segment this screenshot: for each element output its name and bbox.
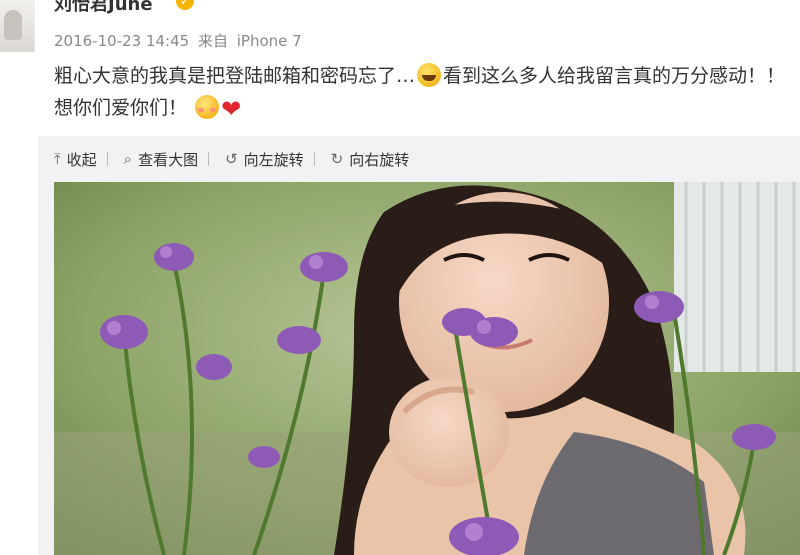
avatar[interactable]: [0, 0, 35, 52]
timestamp-link[interactable]: 2016-10-23 14:45: [54, 32, 189, 50]
toolbar-divider: [313, 152, 315, 166]
rotate-right-label: 向右旋转: [349, 150, 410, 169]
post-meta: 2016-10-23 14:45 来自 iPhone 7: [54, 30, 306, 51]
toolbar-divider: [106, 152, 108, 166]
rotate-right-icon: ↻: [330, 150, 344, 168]
collapse-button[interactable]: ⤒ 收起: [54, 149, 97, 170]
toolbar-divider: [208, 152, 210, 166]
rotate-left-icon: ↺: [225, 150, 238, 168]
verified-badge-icon: ✓: [176, 0, 194, 10]
post-photo[interactable]: [54, 182, 800, 555]
view-large-label: 查看大图: [138, 150, 199, 169]
source-prefix: 来自: [197, 32, 228, 50]
media-toolbar: ⤒ 收起 ⌕ 查看大图 ↺ 向左旋转 ↻ 向右旋转: [38, 136, 800, 182]
photo-illustration: [54, 182, 800, 555]
collapse-label: 收起: [66, 150, 97, 169]
search-icon: ⌕: [123, 150, 133, 168]
post-text: 粗心大意的我真是把登陆邮箱和密码忘了… 看到这么多人给我留言真的万分感动！！想你们…: [54, 60, 794, 125]
laughing-emoji-icon: [417, 63, 442, 87]
collapse-up-arrow-icon: ⤒: [54, 150, 61, 168]
shy-emoji-icon: [195, 95, 220, 119]
rotate-left-button[interactable]: ↺ 向左旋转: [225, 149, 304, 170]
heart-icon: ❤: [221, 95, 242, 123]
rotate-left-label: 向左旋转: [243, 150, 304, 169]
rotate-right-button[interactable]: ↻ 向右旋转: [331, 149, 410, 170]
username[interactable]: 刘怡君June: [54, 0, 153, 16]
view-large-button[interactable]: ⌕ 查看大图: [124, 149, 198, 170]
post-text-part1: 粗心大意的我真是把登陆邮箱和密码忘了…: [54, 65, 416, 87]
source-link[interactable]: iPhone 7: [237, 32, 302, 50]
